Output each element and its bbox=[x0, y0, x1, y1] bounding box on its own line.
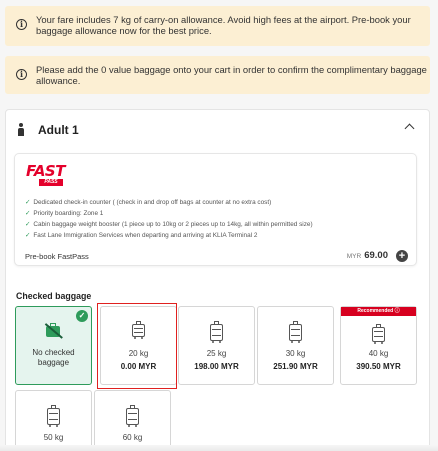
selection-highlight-box bbox=[97, 303, 177, 389]
chevron-up-icon[interactable] bbox=[404, 123, 415, 134]
fastpass-amount: 69.00 bbox=[364, 250, 388, 261]
check-icon: ✓ bbox=[25, 221, 31, 228]
baggage-option-60kg[interactable]: 60 kg bbox=[94, 390, 171, 451]
bottom-shadow bbox=[0, 445, 438, 451]
fastpass-price: MYR 69.00 + bbox=[347, 250, 408, 262]
fastpass-currency: MYR bbox=[346, 253, 362, 260]
baggage-option-label: No checked baggage bbox=[32, 348, 75, 367]
baggage-weight: 40 kg bbox=[368, 349, 389, 358]
baggage-option-50kg[interactable]: 50 kg bbox=[15, 390, 92, 451]
passenger-header[interactable]: Adult 1 bbox=[16, 120, 417, 140]
list-item: ✓ Priority boarding: Zone 1 bbox=[25, 210, 104, 217]
fastpass-logo: FAST PASS bbox=[26, 162, 65, 186]
suitcase-icon bbox=[47, 405, 60, 427]
baggage-option-25kg[interactable]: 25 kg 198.00 MYR bbox=[178, 306, 255, 385]
check-icon: ✓ bbox=[25, 199, 31, 206]
checked-baggage-title: Checked baggage bbox=[16, 291, 92, 301]
baggage-weight: 60 kg bbox=[122, 433, 143, 442]
recommended-badge: Recommended ⓘ bbox=[341, 307, 416, 316]
info-icon: i bbox=[16, 19, 27, 30]
baggage-option-none[interactable]: ✓ No checked baggage bbox=[15, 306, 92, 385]
complimentary-baggage-notice: i Please add the 0 value baggage onto yo… bbox=[5, 56, 430, 94]
suitcase-icon bbox=[372, 324, 385, 344]
person-icon bbox=[16, 123, 26, 137]
passenger-title: Adult 1 bbox=[38, 123, 79, 137]
baggage-price: 198.00 MYR bbox=[194, 362, 239, 371]
baggage-weight: 50 kg bbox=[43, 433, 64, 442]
check-icon: ✓ bbox=[25, 232, 31, 239]
carry-on-notice: i Your fare includes 7 kg of carry-on al… bbox=[5, 6, 430, 46]
baggage-weight: 30 kg bbox=[285, 349, 306, 358]
fastpass-feature-list: ✓ Dedicated check-in counter ( (check in … bbox=[25, 197, 313, 241]
suitcase-icon bbox=[210, 321, 223, 343]
suitcase-icon bbox=[289, 321, 302, 343]
baggage-weight: 25 kg bbox=[206, 349, 227, 358]
no-baggage-icon bbox=[44, 323, 63, 339]
complimentary-notice-text: Please add the 0 value baggage onto your… bbox=[36, 64, 427, 86]
carry-on-notice-text: Your fare includes 7 kg of carry-on allo… bbox=[36, 14, 411, 36]
list-item: ✓ Fast Lane Immigration Services when dep… bbox=[25, 232, 258, 239]
fastpass-footer: Pre-book FastPass MYR 69.00 + bbox=[25, 249, 408, 263]
baggage-option-40kg[interactable]: Recommended ⓘ 40 kg 390.50 MYR bbox=[340, 306, 417, 385]
list-item: ✓ Cabin baggage weight booster (1 piece u… bbox=[25, 221, 313, 228]
list-item: ✓ Dedicated check-in counter ( (check in … bbox=[25, 199, 272, 206]
baggage-price: 251.90 MYR bbox=[273, 362, 318, 371]
add-fastpass-plus-icon[interactable]: + bbox=[396, 250, 408, 262]
fastpass-card: FAST PASS ✓ Dedicated check-in counter ( … bbox=[14, 153, 417, 266]
fastpass-label: Pre-book FastPass bbox=[25, 251, 89, 261]
passenger-card: Adult 1 FAST PASS ✓ Dedicated check-in co… bbox=[5, 109, 430, 451]
info-icon: i bbox=[16, 69, 27, 80]
baggage-price: 390.50 MYR bbox=[356, 362, 401, 371]
check-icon: ✓ bbox=[25, 210, 31, 217]
suitcase-icon bbox=[126, 405, 139, 427]
baggage-option-30kg[interactable]: 30 kg 251.90 MYR bbox=[257, 306, 334, 385]
